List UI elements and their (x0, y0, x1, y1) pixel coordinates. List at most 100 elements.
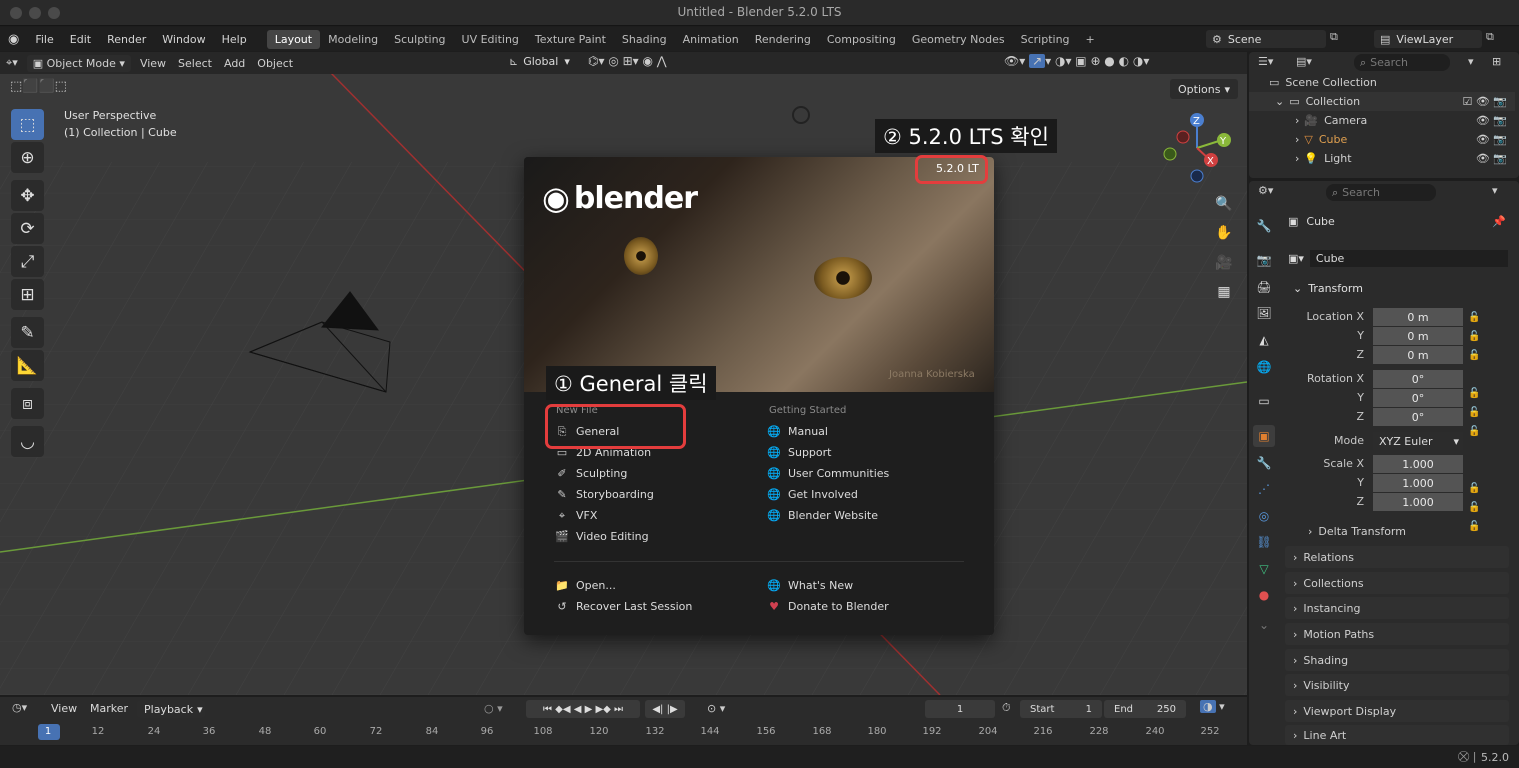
scene-tab-icon[interactable]: ◭ (1253, 329, 1275, 351)
link-user-communities[interactable]: 🌐 User Communities (767, 463, 967, 484)
menu-edit[interactable]: Edit (62, 33, 99, 46)
new-file-sculpting[interactable]: ✐ Sculpting (555, 463, 755, 484)
tab-sculpting[interactable]: Sculpting (386, 30, 453, 49)
tab-rendering[interactable]: Rendering (747, 30, 819, 49)
tool-tab-icon[interactable]: 🔧 (1253, 215, 1275, 237)
transform-tool[interactable]: ⊞ (11, 279, 44, 310)
scale-z-field[interactable]: 1.000 (1373, 493, 1463, 511)
object-tab-icon[interactable]: ▣ (1253, 425, 1275, 447)
chevron-down-icon[interactable]: ▾ (1492, 184, 1498, 197)
section-motion-paths[interactable]: › Motion Paths (1285, 623, 1509, 645)
view-layer-selector[interactable]: ▤ ViewLayer (1374, 30, 1482, 48)
view-layer-tab-icon[interactable]: 🖼 (1253, 302, 1275, 324)
object-mode-dropdown[interactable]: ▣ Object Mode ▾ (26, 54, 131, 72)
rotation-mode-dropdown[interactable]: XYZ Euler ▾ (1373, 432, 1463, 450)
outliner-camera[interactable]: › 🎥 Camera 👁 📷 (1249, 111, 1515, 130)
rotation-y-field[interactable]: 0° (1373, 389, 1463, 407)
modifier-tab-icon[interactable]: 🔧 (1253, 452, 1275, 474)
timeline-menu-marker[interactable]: Marker (90, 702, 128, 715)
world-tab-icon[interactable]: 🌐 (1253, 356, 1275, 378)
scale-tool[interactable]: ⤢ (11, 246, 44, 277)
menu-render[interactable]: Render (99, 33, 154, 46)
tab-scripting[interactable]: Scripting (1013, 30, 1078, 49)
output-tab-icon[interactable]: 🖨 (1253, 276, 1275, 298)
material-tab-icon[interactable]: ● (1253, 584, 1275, 606)
section-instancing[interactable]: › Instancing (1285, 597, 1509, 619)
menu-help[interactable]: Help (214, 33, 255, 46)
particles-tab-icon[interactable]: ⋰ (1253, 478, 1275, 500)
auto-key-icon[interactable]: ⊙ ▾ (707, 702, 725, 715)
section-collections[interactable]: › Collections (1285, 572, 1509, 594)
constraints-tab-icon[interactable]: ⛓ (1253, 531, 1275, 553)
section-line-art[interactable]: › Line Art (1285, 725, 1509, 745)
object-name-field[interactable]: ▣▾ Cube (1288, 249, 1508, 267)
timeline-menu-view[interactable]: View (51, 702, 77, 715)
selection-mode-icons[interactable]: ⬚⬛⬛⬚ (10, 79, 67, 94)
outliner-filter-icon[interactable]: ▤▾ (1296, 55, 1312, 68)
scale-y-field[interactable]: 1.000 (1373, 474, 1463, 492)
render-tab-icon[interactable]: 📷 (1253, 249, 1275, 271)
location-z-field[interactable]: 0 m (1373, 346, 1463, 364)
ortho-grid-icon[interactable]: ▦ (1211, 279, 1237, 305)
cursor-tool[interactable]: ⊕ (11, 142, 44, 173)
tab-uv-editing[interactable]: UV Editing (454, 30, 527, 49)
collection-tab-icon[interactable]: ▭ (1253, 390, 1275, 412)
link-support[interactable]: 🌐 Support (767, 442, 967, 463)
keyframe-nav[interactable]: ◀| |▶ (645, 700, 685, 718)
keying-icon[interactable]: ○ ▾ (484, 702, 503, 715)
link-manual[interactable]: 🌐 Manual (767, 421, 967, 442)
delta-transform-header[interactable]: › Delta Transform (1300, 520, 1509, 542)
tab-animation[interactable]: Animation (675, 30, 747, 49)
outliner-sort-icon[interactable]: ▾ (1468, 55, 1474, 68)
end-frame-field[interactable]: End 250 (1104, 700, 1186, 718)
tab-layout[interactable]: Layout (266, 29, 321, 49)
start-frame-field[interactable]: Start 1 (1020, 700, 1102, 718)
rotation-z-field[interactable]: 0° (1373, 408, 1463, 426)
pivot-snap-icons[interactable]: ⌬▾ ◎ ⊞▾ ◉ ⋀ (588, 54, 667, 68)
outliner-cube[interactable]: › ▽ Cube 👁 📷 (1249, 130, 1515, 149)
curve-tool[interactable]: ◡ (11, 426, 44, 457)
outliner-light[interactable]: › 💡 Light 👁 📷 (1249, 149, 1515, 168)
pan-hand-icon[interactable]: ✋ (1211, 220, 1237, 246)
viewport-menu-add[interactable]: Add (218, 55, 251, 72)
whats-new-link[interactable]: 🌐 What's New (767, 575, 967, 596)
lock-icons[interactable]: 🔓 🔓 🔓 🔓 🔓 🔓 🔓 🔓 🔓 (1468, 308, 1480, 536)
tab-modeling[interactable]: Modeling (320, 30, 386, 49)
stopwatch-icon[interactable]: ⏱ (1002, 701, 1011, 715)
physics-tab-icon[interactable]: ◎ (1253, 505, 1275, 527)
options-dropdown[interactable]: Options ▾ (1170, 79, 1238, 99)
viewport-shading-icons[interactable]: 👁▾ ↗ ▾ ◑▾ ▣ ⊕ ● ◐ ◑▾ (1004, 54, 1149, 68)
location-x-field[interactable]: 0 m (1373, 308, 1463, 326)
measure-tool[interactable]: 📐 (11, 350, 44, 381)
new-view-layer-icon[interactable]: ⧉ (1486, 30, 1502, 48)
open-file-button[interactable]: 📁 Open... (555, 575, 755, 596)
transform-orientation[interactable]: ⊾ Global ▾ (509, 55, 570, 68)
new-file-vfx[interactable]: ⌖ VFX (555, 505, 755, 526)
menu-file[interactable]: File (27, 33, 61, 46)
link-get-involved[interactable]: 🌐 Get Involved (767, 484, 967, 505)
donate-link[interactable]: ♥ Donate to Blender (767, 596, 967, 617)
visibility-icons[interactable]: ☑ 👁 📷 (1462, 95, 1507, 108)
timeline-editor-icon[interactable]: ◷▾ (12, 701, 27, 714)
properties-editor-icon[interactable]: ⚙▾ (1258, 184, 1273, 197)
visibility-icons[interactable]: 👁 📷 (1476, 133, 1507, 146)
scene-selector[interactable]: ⚙ Scene (1206, 30, 1326, 48)
new-scene-icon[interactable]: ⧉ (1330, 30, 1346, 48)
outliner-collection[interactable]: ⌄ ▭ Collection ☑ 👁 📷 (1249, 92, 1515, 111)
outliner-scene-collection[interactable]: ▭ Scene Collection (1249, 73, 1515, 92)
section-visibility[interactable]: › Visibility (1285, 674, 1509, 696)
transform-header[interactable]: ⌄ Transform (1285, 277, 1509, 299)
zoom-icon[interactable]: 🔍 (1211, 191, 1237, 217)
visibility-icons[interactable]: 👁 📷 (1476, 152, 1507, 165)
tab-texture-paint[interactable]: Texture Paint (527, 30, 614, 49)
recover-session-button[interactable]: ↺ Recover Last Session (555, 596, 755, 617)
viewport-menu-view[interactable]: View (134, 55, 172, 72)
link-blender-website[interactable]: 🌐 Blender Website (767, 505, 967, 526)
new-file-storyboarding[interactable]: ✎ Storyboarding (555, 484, 755, 505)
playback-dropdown[interactable]: Playback ▾ (137, 700, 205, 718)
editor-type-icon[interactable]: ⌖▾ (0, 54, 24, 72)
data-tab-icon[interactable]: ▽ (1253, 558, 1275, 580)
scale-x-field[interactable]: 1.000 (1373, 455, 1463, 473)
pin-icon[interactable]: 📌 (1492, 215, 1506, 228)
section-shading[interactable]: › Shading (1285, 649, 1509, 671)
